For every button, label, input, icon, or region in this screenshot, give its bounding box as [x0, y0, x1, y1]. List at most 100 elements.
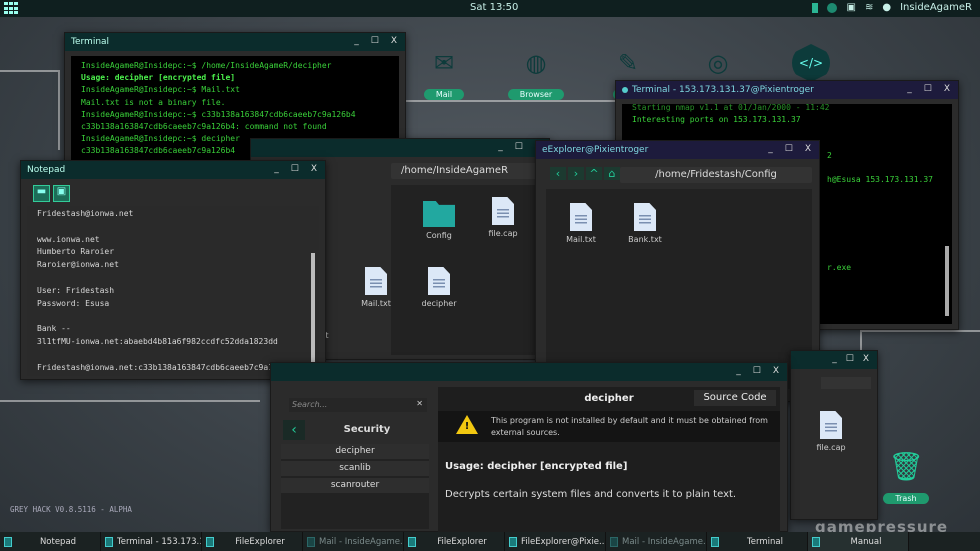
- desktop-icon-code[interactable]: </>: [776, 44, 846, 82]
- back-button[interactable]: ‹: [550, 167, 566, 180]
- close-icon[interactable]: X: [391, 36, 397, 46]
- taskbar-item[interactable]: FileExplorer@Pixie...: [505, 532, 606, 551]
- path-bar[interactable]: /home/InsideAgameR: [391, 163, 539, 179]
- text-file-icon: [365, 267, 387, 295]
- program-file-icon: [428, 267, 450, 295]
- status-circle-icon[interactable]: [827, 2, 838, 13]
- minimize-icon[interactable]: _: [907, 84, 912, 94]
- category-title: Security: [343, 424, 391, 435]
- back-button[interactable]: ‹: [283, 420, 305, 440]
- title-bar[interactable]: Terminal - 153.173.131.37@Pixientroger _…: [616, 81, 958, 99]
- manual-window: _ ☐ X Search... ✕ ‹ Security decipher scan…: [270, 362, 788, 533]
- scrollbar[interactable]: [945, 246, 949, 316]
- home-button[interactable]: ⌂: [604, 167, 620, 180]
- minimize-icon[interactable]: _: [354, 36, 359, 46]
- text-line: www.ionwa.net: [37, 234, 100, 244]
- notepad-icon: ✎: [617, 49, 639, 77]
- forward-button[interactable]: ›: [568, 167, 584, 180]
- usage-text: Usage: decipher [encrypted file]: [445, 461, 628, 472]
- source-code-button[interactable]: Source Code: [694, 390, 776, 406]
- minimize-icon[interactable]: _: [736, 366, 741, 376]
- close-icon[interactable]: X: [863, 354, 869, 364]
- taskbar-item[interactable]: Terminal - 153.173.13...: [101, 532, 202, 551]
- desktop-icon-browser[interactable]: ◍ Browser: [501, 44, 571, 101]
- file-name: Mail.txt: [566, 235, 596, 244]
- trash-icon: 🗑: [888, 450, 924, 483]
- file-item[interactable]: file.cap: [473, 197, 533, 238]
- window-title: eExplorer@Pixientroger: [542, 145, 649, 155]
- nav-buttons: ‹ › ^ ⌂: [550, 167, 620, 180]
- taskbar-item[interactable]: FileExplorer: [202, 532, 303, 551]
- close-icon[interactable]: X: [944, 84, 950, 94]
- terminal-status-icon: [622, 87, 628, 93]
- maximize-icon[interactable]: ☐: [371, 36, 379, 46]
- maximize-icon[interactable]: ☐: [785, 144, 793, 154]
- close-icon[interactable]: X: [805, 144, 811, 154]
- text-line: User: Fridestash: [37, 285, 115, 295]
- taskbar-item[interactable]: FileExplorer: [404, 532, 505, 551]
- minimize-icon[interactable]: _: [498, 142, 503, 152]
- up-button[interactable]: ^: [586, 167, 602, 180]
- title-bar[interactable]: Notepad _ ☐ X: [21, 161, 325, 179]
- battery-icon[interactable]: [812, 2, 819, 13]
- title-bar[interactable]: Terminal _ ☐ X: [65, 33, 405, 51]
- scrollbar[interactable]: [311, 253, 315, 368]
- minimize-icon[interactable]: _: [768, 144, 773, 154]
- file-item[interactable]: decipher: [409, 267, 469, 308]
- open-button[interactable]: ▬: [33, 185, 50, 202]
- file-item[interactable]: Mail.txt: [346, 267, 406, 308]
- file-item[interactable]: Bank.txt: [615, 203, 675, 244]
- description-text: Decrypts certain system files and conver…: [445, 489, 737, 500]
- text-line: Fridestash@ionwa.net: [37, 209, 134, 218]
- minimize-icon[interactable]: _: [832, 354, 837, 364]
- maximize-icon[interactable]: ☐: [291, 164, 299, 174]
- desktop-icon-help[interactable]: ◎: [683, 44, 753, 82]
- file-item[interactable]: Config: [409, 201, 469, 240]
- maximize-icon[interactable]: ☐: [515, 142, 523, 152]
- taskbar: Notepad Terminal - 153.173.13... FileExp…: [0, 532, 980, 551]
- path-bar[interactable]: /home/Fridestash/Config: [620, 167, 812, 183]
- file-name: Config: [426, 231, 452, 240]
- path-bar[interactable]: [821, 377, 871, 389]
- warning-icon: !: [456, 415, 478, 434]
- text-line: Bank --: [37, 324, 71, 334]
- notepad-text[interactable]: Fridestash@ionwa.net www.ionwa.net Humbe…: [27, 206, 319, 376]
- program-list-item[interactable]: decipher: [281, 444, 429, 459]
- terminal-line: c33b138a163847cdb6caeeb7c9a126b4: comman…: [81, 122, 327, 132]
- taskbar-item[interactable]: Mail - InsideAgame...: [606, 532, 707, 551]
- maximize-icon[interactable]: ☐: [846, 354, 854, 364]
- taskbar-item[interactable]: Notepad: [0, 532, 101, 551]
- title-bar[interactable]: _☐X: [251, 139, 549, 157]
- close-icon[interactable]: X: [773, 366, 779, 376]
- title-bar[interactable]: _ ☐ X: [271, 363, 787, 381]
- text-file-icon: [634, 203, 656, 231]
- terminal-line: Starting nmap v1.1 at 01/Jan/2000 - 11:4…: [632, 103, 830, 112]
- wifi-icon[interactable]: ≋: [865, 2, 873, 13]
- program-list-item[interactable]: scanlib: [281, 461, 429, 476]
- minimize-icon[interactable]: _: [274, 164, 279, 174]
- warning-banner: ! This program is not installed by defau…: [438, 411, 780, 442]
- taskbar-item[interactable]: Mail - InsideAgame...: [303, 532, 404, 551]
- taskbar-item[interactable]: Terminal: [707, 532, 808, 551]
- taskbar-item[interactable]: Manual: [808, 532, 909, 551]
- title-bar[interactable]: eExplorer@Pixientroger _ ☐ X: [536, 141, 819, 159]
- text-line: Raroier@ionwa.net: [37, 260, 119, 270]
- desktop-icon-mail[interactable]: ✉ Mail: [409, 44, 479, 101]
- file-item[interactable]: Mail.txt: [551, 203, 611, 244]
- maximize-icon[interactable]: ☐: [924, 84, 932, 94]
- maximize-icon[interactable]: ☐: [753, 366, 761, 376]
- apps-grid-icon[interactable]: [4, 2, 18, 15]
- program-list-item[interactable]: scanrouter: [281, 478, 429, 493]
- clipboard-icon[interactable]: ▣: [846, 2, 855, 13]
- text-line: Humberto Raroier: [37, 247, 115, 257]
- file-item[interactable]: file.cap: [801, 411, 861, 452]
- clock: Sat 13:50: [470, 2, 519, 13]
- file-name: file.cap: [488, 229, 518, 238]
- desktop-icon-trash[interactable]: 🗑 Trash: [871, 448, 941, 505]
- user-icon[interactable]: ●: [882, 2, 891, 13]
- close-icon[interactable]: X: [311, 164, 317, 174]
- save-button[interactable]: ▣: [53, 185, 70, 202]
- search-box[interactable]: Search... ✕: [289, 398, 427, 412]
- clear-search-icon[interactable]: ✕: [416, 399, 423, 408]
- title-bar[interactable]: _ ☐ X: [791, 351, 877, 369]
